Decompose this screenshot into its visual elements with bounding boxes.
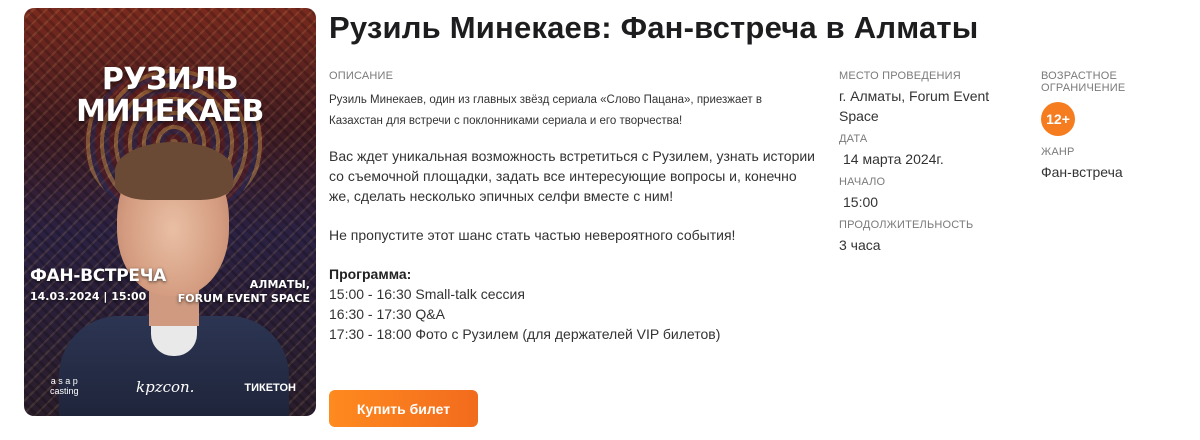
poster-fan-meeting: ФАН-ВСТРЕЧА [30, 266, 166, 286]
poster-name-line2: МИНЕКАЕВ [76, 94, 264, 129]
genre-value: Фан-встреча [1041, 164, 1123, 180]
description-paragraph-1: Вас ждет уникальная возможность встретит… [329, 148, 816, 204]
program-title: Программа: [329, 266, 412, 282]
program-item: 16:30 - 17:30 Q&A [329, 306, 445, 322]
event-details: МЕСТО ПРОВЕДЕНИЯ г. Алматы, Forum Event … [839, 70, 1029, 255]
date-value: 14 марта 2024г. [843, 151, 944, 167]
description-label: ОПИСАНИЕ [329, 70, 394, 82]
poster-name-line1: РУЗИЛЬ [101, 62, 239, 97]
duration-label: ПРОДОЛЖИТЕЛЬНОСТЬ [839, 219, 974, 231]
age-restriction-label: ВОЗРАСТНОЕ ОГРАНИЧЕНИЕ [1041, 70, 1126, 94]
start-value: 15:00 [843, 194, 879, 210]
poster-event-info: ФАН-ВСТРЕЧА 14.03.2024 | 15:00 [30, 266, 166, 303]
date-label: ДАТА [839, 133, 868, 145]
description-paragraph-2: Не пропустите этот шанс стать частью нев… [329, 227, 736, 243]
description-section: ОПИСАНИЕ Рузиль Минекаев, один из главны… [329, 70, 819, 344]
start-label: НАЧАЛО [839, 176, 886, 188]
poster-venue: АЛМАТЫ, FORUM EVENT SPACE [178, 278, 310, 306]
poster-artist-name: РУЗИЛЬ МИНЕКАЕВ [24, 64, 316, 128]
page-title: Рузиль Минекаев: Фан-встреча в Алматы [329, 10, 979, 45]
ticketon-logo: ТИКЕТОН [244, 382, 296, 394]
poster-venue-line1: АЛМАТЫ, [249, 278, 310, 291]
kpzcon-logo: kpzcon. [136, 378, 195, 396]
age-rating-badge: 12+ [1041, 102, 1075, 136]
asap-casting-logo: a s a p casting [50, 376, 79, 396]
venue-value: г. Алматы, Forum Event Space [839, 88, 990, 124]
duration-value: 3 часа [839, 237, 881, 253]
asap-logo-line2: casting [50, 386, 79, 396]
event-meta: ВОЗРАСТНОЕ ОГРАНИЧЕНИЕ 12+ ЖАНР Фан-встр… [1041, 70, 1191, 182]
poster-logos: a s a p casting kpzcon. ТИКЕТОН [24, 374, 316, 402]
event-poster: РУЗИЛЬ МИНЕКАЕВ ФАН-ВСТРЕЧА 14.03.2024 |… [24, 8, 316, 416]
program-item: 15:00 - 16:30 Small-talk сессия [329, 286, 525, 302]
poster-datetime: 14.03.2024 | 15:00 [30, 290, 147, 303]
asap-logo-line1: a s a p [50, 376, 78, 386]
description-short: Рузиль Минекаев, один из главных звёзд с… [329, 94, 762, 127]
poster-venue-line2: FORUM EVENT SPACE [177, 292, 310, 305]
genre-label: ЖАНР [1041, 146, 1075, 158]
buy-ticket-button[interactable]: Купить билет [329, 390, 478, 427]
poster-hair [115, 142, 233, 200]
program-item: 17:30 - 18:00 Фото с Рузилем (для держат… [329, 326, 721, 342]
venue-label: МЕСТО ПРОВЕДЕНИЯ [839, 70, 961, 82]
